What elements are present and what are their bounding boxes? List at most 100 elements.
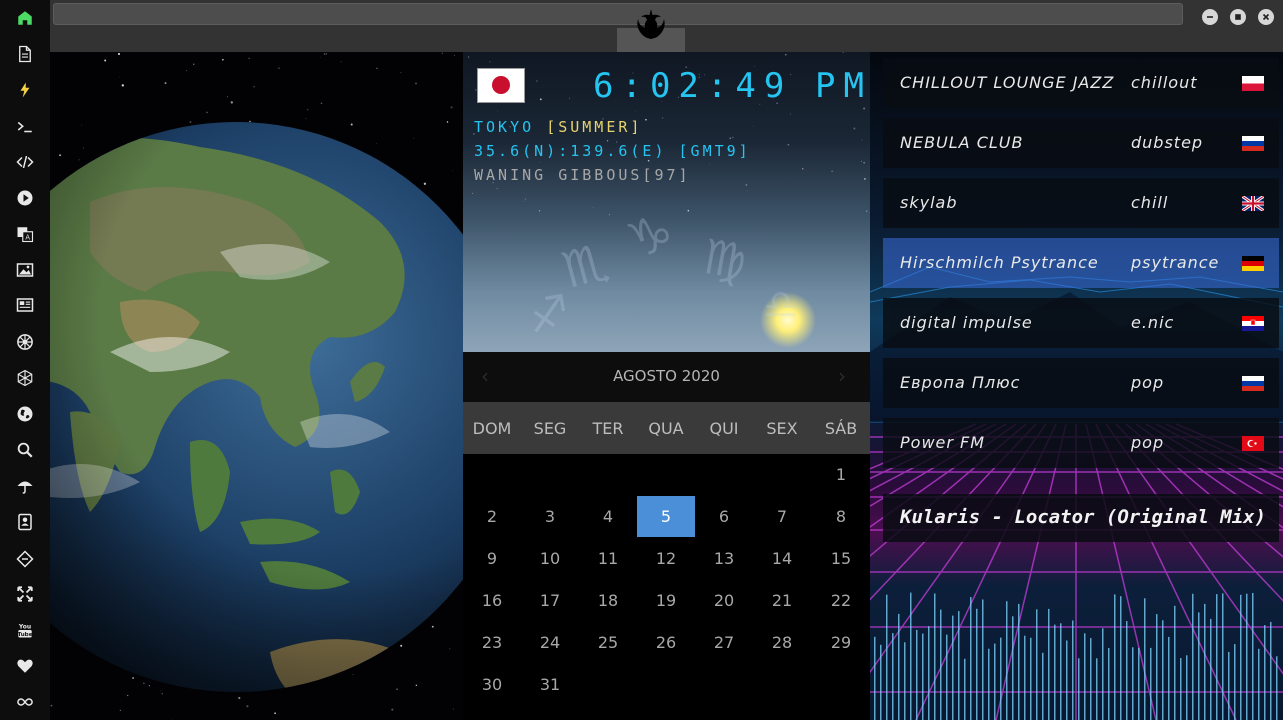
calendar-day[interactable]: 12 — [637, 538, 695, 579]
calendar-day[interactable]: 24 — [521, 622, 579, 663]
calendar-day[interactable]: 21 — [753, 580, 811, 621]
sidebar-item-hexagon[interactable] — [13, 366, 37, 390]
minimize-icon — [1207, 16, 1213, 18]
calendar-day[interactable]: 16 — [463, 580, 521, 621]
station-genre: psytrance — [1131, 253, 1220, 272]
rebel-alliance-icon — [637, 9, 665, 39]
weekday-label: SEX — [766, 419, 798, 438]
station-name: CHILLOUT LOUNGE JAZZ — [900, 73, 1115, 92]
sidebar-item-translate[interactable]: A — [13, 222, 37, 246]
calendar-day[interactable]: 23 — [463, 622, 521, 663]
world-clock-panel: 6:02:49 PM TOKYO [SUMMER] 35.6(N):139.6(… — [463, 52, 870, 352]
calendar-next-button[interactable]: › — [838, 364, 846, 388]
infinity-icon — [17, 698, 33, 706]
sidebar-item-link[interactable] — [13, 547, 37, 571]
minimize-button[interactable] — [1202, 9, 1218, 25]
season-label: [SUMMER] — [546, 118, 643, 136]
calendar-header: ‹ AGOSTO 2020 › — [463, 352, 870, 402]
uk-flag-icon — [1241, 194, 1265, 213]
station-name: Power FM — [900, 433, 986, 452]
home-icon — [18, 11, 32, 25]
calendar-day[interactable]: 8 — [812, 496, 870, 537]
moon-phase-line: WANING GIBBOUS[97] — [474, 166, 691, 184]
search-icon — [17, 442, 33, 458]
sidebar-item-home[interactable] — [13, 6, 37, 30]
station-row[interactable]: digital impulse e.nic — [883, 298, 1279, 348]
sidebar-item-heart[interactable] — [13, 654, 37, 678]
sidebar-item-empire[interactable] — [13, 330, 37, 354]
sidebar-item-lightning[interactable] — [13, 78, 37, 102]
station-genre: chillout — [1131, 73, 1198, 92]
station-name: Европа Плюс — [900, 373, 1021, 392]
youtube-icon: YouTube — [17, 624, 32, 639]
translate-icon: A — [17, 227, 34, 243]
station-row[interactable]: NEBULA CLUB dubstep — [883, 118, 1279, 168]
globe-icon — [17, 406, 33, 422]
japan-flag-icon — [477, 68, 525, 103]
calendar-day[interactable]: 18 — [579, 580, 637, 621]
sidebar-item-play[interactable] — [13, 186, 37, 210]
calendar-day[interactable]: 7 — [753, 496, 811, 537]
calendar-day[interactable]: 30 — [463, 664, 521, 705]
calendar-day[interactable]: 15 — [812, 538, 870, 579]
calendar-day[interactable]: 26 — [637, 622, 695, 663]
globe-panel[interactable] — [50, 52, 463, 720]
sidebar-item-terminal[interactable] — [13, 115, 37, 139]
calendar-day[interactable]: 6 — [695, 496, 753, 537]
station-name: Hirschmilch Psytrance — [900, 253, 1099, 272]
station-row[interactable]: CHILLOUT LOUNGE JAZZ chillout — [883, 58, 1279, 108]
station-genre: dubstep — [1131, 133, 1204, 152]
calendar-day[interactable]: 3 — [521, 496, 579, 537]
calendar-day[interactable]: 4 — [579, 496, 637, 537]
station-genre: e.nic — [1131, 313, 1175, 332]
calendar-day[interactable]: 10 — [521, 538, 579, 579]
calendar-day[interactable]: 11 — [579, 538, 637, 579]
sidebar-item-infinity[interactable] — [13, 690, 37, 714]
station-genre: pop — [1131, 433, 1165, 452]
station-row[interactable]: Power FM pop — [883, 418, 1279, 468]
sidebar-item-image[interactable] — [13, 258, 37, 282]
news-icon — [16, 298, 34, 312]
calendar-day[interactable]: 31 — [521, 664, 579, 705]
zodiac-glyph: ♎ — [763, 282, 799, 328]
calendar-day[interactable]: 27 — [695, 622, 753, 663]
calendar-day[interactable]: 22 — [812, 580, 870, 621]
calendar-day[interactable]: 19 — [637, 580, 695, 621]
sidebar-item-expand[interactable] — [13, 582, 37, 606]
turkey-flag-icon — [1242, 436, 1264, 451]
sidebar-item-umbrella[interactable] — [13, 474, 37, 498]
station-row[interactable]: Европа Плюс pop — [883, 358, 1279, 408]
calendar-day-today[interactable]: 5 — [637, 496, 695, 537]
calendar-day[interactable]: 17 — [521, 580, 579, 621]
logo-tab[interactable] — [617, 0, 685, 52]
sidebar-item-contacts[interactable] — [13, 510, 37, 534]
sidebar-item-globe[interactable] — [13, 402, 37, 426]
city-name: TOKYO — [474, 118, 535, 136]
station-row[interactable]: Hirschmilch Psytrance psytrance — [883, 238, 1279, 288]
calendar-day[interactable]: 14 — [753, 538, 811, 579]
svg-text:A: A — [25, 234, 30, 242]
svg-text:Tube: Tube — [17, 632, 32, 638]
calendar-day[interactable]: 9 — [463, 538, 521, 579]
coordinates-line: 35.6(N):139.6(E) [GMT9] — [474, 142, 751, 160]
sidebar-item-youtube[interactable]: You Tube — [13, 618, 37, 642]
sidebar-item-search[interactable] — [13, 438, 37, 462]
calendar-day[interactable]: 13 — [695, 538, 753, 579]
calendar-day[interactable]: 2 — [463, 496, 521, 537]
calendar-day[interactable]: 1 — [812, 454, 870, 495]
station-row[interactable]: skylab chill — [883, 178, 1279, 228]
clock-ampm: PM — [815, 66, 870, 106]
calendar-day[interactable]: 29 — [812, 622, 870, 663]
sidebar-item-code[interactable] — [13, 150, 37, 174]
sidebar-item-news[interactable] — [13, 293, 37, 317]
maximize-button[interactable] — [1230, 9, 1246, 25]
weekday-label: DOM — [472, 419, 512, 438]
close-button[interactable] — [1258, 9, 1274, 25]
weekday-label: SEG — [533, 419, 567, 438]
sidebar-item-document[interactable] — [13, 42, 37, 66]
calendar-day[interactable]: 28 — [753, 622, 811, 663]
weekday-label: TER — [592, 419, 624, 438]
calendar-day[interactable]: 25 — [579, 622, 637, 663]
city-line: TOKYO [SUMMER] — [474, 118, 642, 136]
calendar-day[interactable]: 20 — [695, 580, 753, 621]
